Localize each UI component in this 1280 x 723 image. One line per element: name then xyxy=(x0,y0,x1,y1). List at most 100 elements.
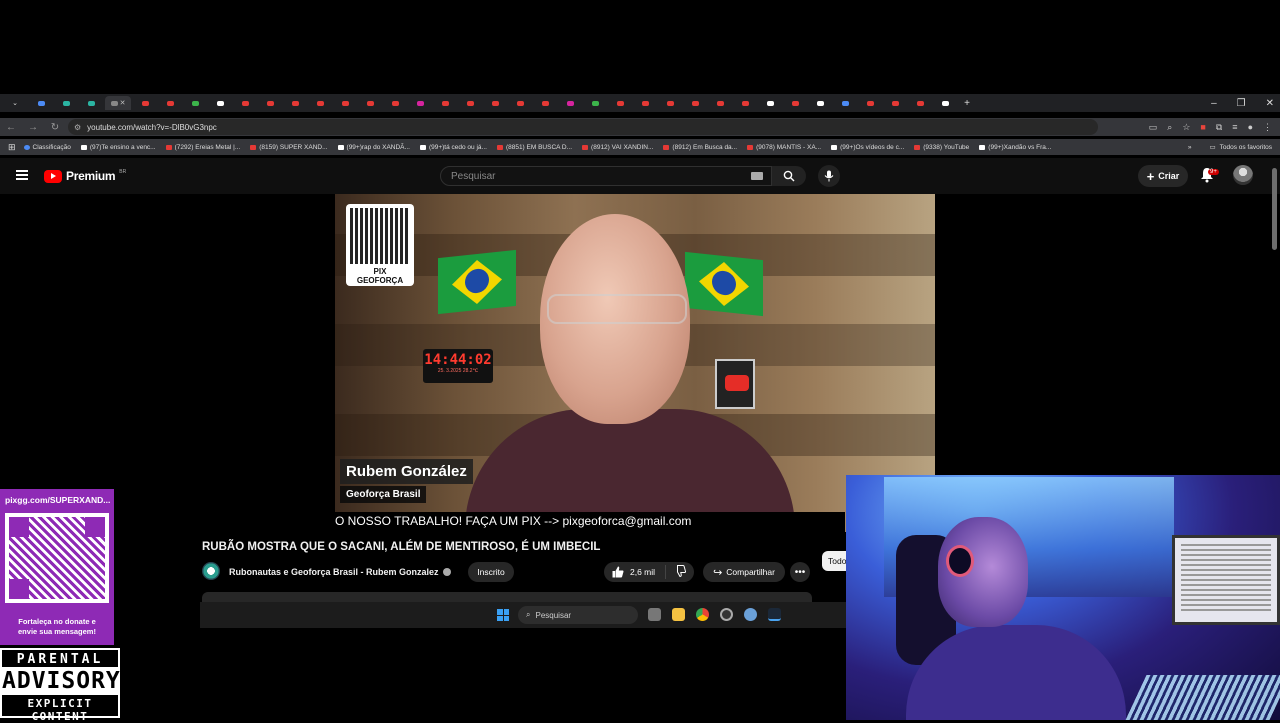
steam-icon[interactable] xyxy=(768,608,781,621)
browser-tab[interactable] xyxy=(934,96,956,110)
reload-icon[interactable]: ↻ xyxy=(44,122,66,133)
bookmark-item[interactable]: Classificação xyxy=(23,144,71,151)
search-button[interactable] xyxy=(772,166,806,186)
account-avatar[interactable] xyxy=(1233,165,1253,185)
browser-tab[interactable] xyxy=(459,96,481,110)
browser-tab[interactable] xyxy=(834,96,856,110)
extension-icon[interactable]: ■ xyxy=(1200,122,1205,132)
youtube-logo[interactable]: Premium BR xyxy=(44,169,126,183)
create-button[interactable]: + Criar xyxy=(1138,165,1188,187)
browser-tab[interactable] xyxy=(584,96,606,110)
bookmark-item[interactable]: (99+)Os vídeos de c... xyxy=(831,144,904,151)
bookmark-item[interactable]: (8851) EM BUSCA D... xyxy=(496,144,572,151)
minimize-button[interactable]: – xyxy=(1211,98,1217,109)
donation-message-line2: envie sua mensagem! xyxy=(18,627,96,636)
browser-tab[interactable] xyxy=(409,96,431,110)
bookmark-item[interactable]: (99+)Xandão vs Fra... xyxy=(979,144,1051,151)
description-box[interactable] xyxy=(202,592,812,602)
chrome-icon[interactable] xyxy=(696,608,709,621)
settings-icon[interactable] xyxy=(744,608,757,621)
url-input[interactable]: ⚙ youtube.com/watch?v=-DlB0vG3npc xyxy=(68,119,1098,135)
browser-tab[interactable] xyxy=(234,96,256,110)
bookmark-item[interactable]: (9338) YouTube xyxy=(914,144,969,151)
like-button[interactable]: 2,6 mil xyxy=(604,565,666,579)
zoom-icon[interactable]: ⌕ xyxy=(1167,122,1172,133)
bookmark-item[interactable]: (7292) Ereias Metal |... xyxy=(165,144,240,151)
bookmark-item[interactable]: (8912) VAI XANDIN... xyxy=(582,144,653,151)
subscribe-button[interactable]: Inscrito xyxy=(468,562,514,582)
video-title: RUBÃO MOSTRA QUE O SACANI, ALÉM DE MENTI… xyxy=(202,541,601,553)
task-view-icon[interactable] xyxy=(648,608,661,621)
cast-icon[interactable]: ▭ xyxy=(1149,122,1158,133)
browser-tab[interactable]: ✕ xyxy=(105,96,131,110)
browser-tab[interactable] xyxy=(484,96,506,110)
extensions-puzzle-icon[interactable]: ⧉ xyxy=(1216,122,1222,133)
browser-tab[interactable] xyxy=(209,96,231,110)
browser-tab[interactable] xyxy=(734,96,756,110)
video-player[interactable]: PIX GEOFORÇA 14:44:02 25. 3.2025 28.2℃ R… xyxy=(335,194,935,532)
browser-tab[interactable] xyxy=(809,96,831,110)
site-info-icon[interactable]: ⚙ xyxy=(74,123,81,132)
taskbar-search[interactable]: ⌕ Pesquisar xyxy=(518,606,638,624)
browser-tab[interactable] xyxy=(709,96,731,110)
channel-name[interactable]: Rubonautas e Geoforça Brasil - Rubem Gon… xyxy=(229,567,451,577)
bookmark-item[interactable]: (8912) Em Busca da... xyxy=(663,144,737,151)
search-input[interactable]: Pesquisar xyxy=(440,166,772,186)
dislike-button[interactable] xyxy=(666,565,687,579)
more-actions-button[interactable]: ••• xyxy=(790,562,810,582)
obs-icon[interactable] xyxy=(720,608,733,621)
bookmark-item[interactable]: (97)Te ensino a venc... xyxy=(80,144,156,151)
profile-icon[interactable]: ● xyxy=(1248,122,1253,132)
browser-tab[interactable] xyxy=(309,96,331,110)
bookmark-item[interactable]: (99+)tá cedo ou já... xyxy=(419,144,487,151)
browser-tab[interactable] xyxy=(284,96,306,110)
maximize-button[interactable]: ❐ xyxy=(1237,98,1246,109)
browser-tab[interactable] xyxy=(684,96,706,110)
browser-tab[interactable] xyxy=(609,96,631,110)
browser-tab[interactable] xyxy=(359,96,381,110)
browser-tab[interactable] xyxy=(159,96,181,110)
browser-tab[interactable] xyxy=(509,96,531,110)
browser-tab[interactable] xyxy=(884,96,906,110)
browser-tab[interactable] xyxy=(634,96,656,110)
browser-tab[interactable] xyxy=(759,96,781,110)
browser-tab[interactable] xyxy=(184,96,206,110)
browser-tab[interactable] xyxy=(534,96,556,110)
bookmarks-overflow-icon[interactable]: » xyxy=(1188,144,1192,151)
windows-start-icon[interactable] xyxy=(497,609,509,621)
browser-tab[interactable] xyxy=(559,96,581,110)
bookmark-item[interactable]: (9078) MANTIS - XA... xyxy=(747,144,821,151)
browser-tab[interactable] xyxy=(134,96,156,110)
browser-tab[interactable] xyxy=(384,96,406,110)
media-icon[interactable]: ≡ xyxy=(1232,122,1237,132)
browser-tab[interactable] xyxy=(334,96,356,110)
browser-tab[interactable] xyxy=(784,96,806,110)
close-tab-icon[interactable]: ✕ xyxy=(120,99,126,107)
browser-tab[interactable] xyxy=(909,96,931,110)
channel-avatar[interactable] xyxy=(202,562,220,580)
new-tab-button[interactable]: + xyxy=(956,96,978,110)
apps-grid-icon[interactable]: ⊞ xyxy=(8,142,16,153)
back-icon[interactable]: ← xyxy=(0,122,22,133)
browser-tab[interactable] xyxy=(859,96,881,110)
page-scrollbar[interactable] xyxy=(1272,168,1277,250)
all-bookmarks[interactable]: » ▭ Todos os favoritos xyxy=(1167,139,1272,155)
browser-tab[interactable] xyxy=(434,96,456,110)
file-explorer-icon[interactable] xyxy=(672,608,685,621)
bookmark-item[interactable]: (99+)rap do XANDÃ... xyxy=(337,144,410,151)
forward-icon[interactable]: → xyxy=(22,122,44,133)
bookmark-star-icon[interactable]: ☆ xyxy=(1182,122,1190,133)
browser-tab[interactable] xyxy=(80,96,102,110)
browser-tab[interactable] xyxy=(259,96,281,110)
menu-hamburger-icon[interactable] xyxy=(16,170,28,180)
browser-tab[interactable] xyxy=(55,96,77,110)
share-button[interactable]: ↪ Compartilhar xyxy=(703,562,785,582)
menu-kebab-icon[interactable]: ⋮ xyxy=(1263,122,1272,133)
browser-tab[interactable] xyxy=(659,96,681,110)
keyboard-icon[interactable] xyxy=(751,172,763,180)
bookmark-item[interactable]: (8159) SUPER XAND... xyxy=(250,144,328,151)
close-window-button[interactable]: ✕ xyxy=(1266,98,1274,109)
voice-search-button[interactable] xyxy=(818,165,840,187)
tab-search-icon[interactable]: ⌄ xyxy=(4,96,26,110)
browser-tab[interactable] xyxy=(30,96,52,110)
